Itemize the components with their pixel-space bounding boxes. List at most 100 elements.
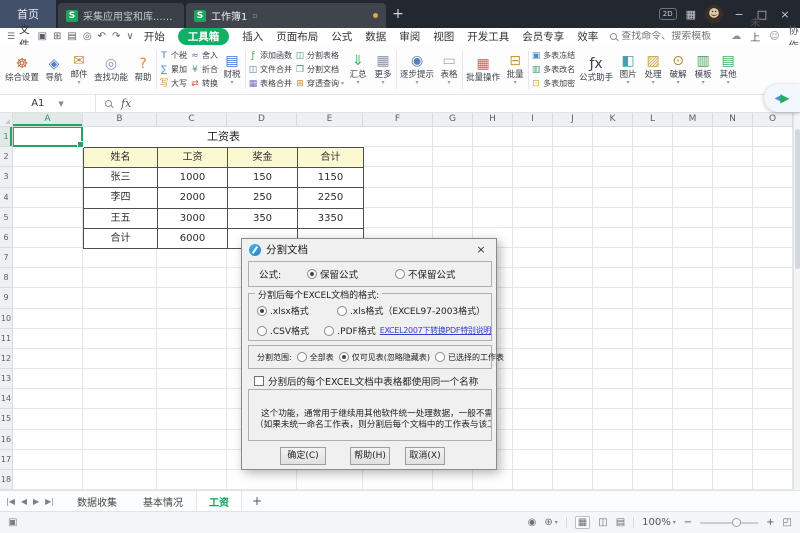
column-header[interactable]: A <box>13 113 83 127</box>
sheet-nav-icon[interactable]: ▶ <box>33 497 39 506</box>
ribbon-item[interactable]: ⊟批量▾ <box>504 53 526 86</box>
workspace-grid-icon[interactable]: ▦ <box>686 8 696 21</box>
view-page-break-icon[interactable]: ▤ <box>616 517 625 528</box>
panel-toggle-icon[interactable]: 2D <box>659 8 677 20</box>
zoom-formula-icon[interactable] <box>105 100 112 107</box>
ribbon-item[interactable]: ◎查找功能 <box>93 56 129 83</box>
column-header[interactable]: G <box>433 113 473 127</box>
radio-option[interactable]: 全部表 <box>297 352 334 363</box>
ribbon-item[interactable]: ◉逐步提示▾ <box>399 53 435 86</box>
radio-option[interactable]: .PDF格式 <box>324 324 375 337</box>
ribbon-item[interactable]: ▨处理▾ <box>642 53 664 86</box>
menu-item[interactable]: 插入 <box>242 29 263 44</box>
view-normal-icon[interactable]: ▦ <box>575 516 590 529</box>
row-header[interactable]: 5 <box>0 208 13 228</box>
ribbon-item[interactable]: ⊞穿透查询▾ <box>295 77 344 90</box>
column-header[interactable]: L <box>633 113 673 127</box>
dialog-titlebar[interactable]: 分割文档 × <box>242 239 496 260</box>
menu-item[interactable]: 页面布局 <box>276 29 318 44</box>
row-header[interactable]: 13 <box>0 369 13 389</box>
table-cell[interactable]: 王五 <box>84 209 158 229</box>
row-header[interactable]: 18 <box>0 470 13 490</box>
dialog-button[interactable]: 帮助(H) <box>350 447 390 465</box>
radio-option[interactable]: 仅可见表(忽略隐藏表) <box>339 352 430 363</box>
radio-option[interactable]: .CSV格式 <box>257 324 324 337</box>
table-cell[interactable]: 250 <box>228 188 298 208</box>
ribbon-item[interactable]: ☸综合设置 <box>4 56 40 83</box>
column-header[interactable]: H <box>473 113 513 127</box>
ribbon-item[interactable]: T个税 <box>159 49 187 62</box>
ribbon-item[interactable]: ◧图片▾ <box>617 53 639 86</box>
ribbon-item[interactable]: ▤其他▾ <box>717 53 739 86</box>
formula-input[interactable] <box>131 95 800 112</box>
ribbon-item[interactable]: ◫文件合并 <box>248 63 292 76</box>
avatar[interactable]: ☻ <box>705 5 723 23</box>
ribbon-item[interactable]: ∑累加 <box>159 63 187 76</box>
ribbon-item[interactable]: ▤财税▾ <box>221 53 243 86</box>
row-header[interactable]: 10 <box>0 309 13 329</box>
ribbon-item[interactable]: ◈导航 <box>43 56 65 83</box>
table-header-cell[interactable]: 奖金 <box>228 148 298 168</box>
active-cell-selection[interactable] <box>13 127 83 147</box>
menu-item[interactable]: 工具箱 <box>178 28 230 45</box>
table-cell[interactable]: 张三 <box>84 168 158 188</box>
ribbon-item[interactable]: ⊙破解▾ <box>667 53 689 86</box>
row-header[interactable]: 9 <box>0 288 13 308</box>
more-icon[interactable]: ∨ <box>126 31 133 42</box>
ribbon-item[interactable]: ▣多表冻结 <box>531 49 575 62</box>
ribbon-item[interactable]: ?帮助 <box>132 56 154 83</box>
dialog-button[interactable]: 确定(C) <box>280 447 326 465</box>
table-header-cell[interactable]: 姓名 <box>84 148 158 168</box>
radio-option[interactable]: .xls格式（EXCEL97-2003格式） <box>337 304 485 317</box>
new-document-button[interactable]: + <box>386 0 410 28</box>
column-header[interactable]: O <box>753 113 793 127</box>
name-box[interactable]: A1 ▼ <box>0 95 96 112</box>
ribbon-item[interactable]: ✉邮件▾ <box>68 53 90 86</box>
row-header[interactable]: 14 <box>0 389 13 409</box>
table-cell[interactable]: 合计 <box>84 229 158 249</box>
export-icon[interactable]: ⊞ <box>53 31 61 42</box>
same-name-checkbox[interactable]: 分割后的每个EXCEL文档中表格都使用同一个名称 <box>254 374 478 388</box>
menu-item[interactable]: 会员专享 <box>522 29 564 44</box>
document-tab-active[interactable]: S 工作簿1 ▫ <box>186 3 386 28</box>
ribbon-item[interactable]: ▥模板▾ <box>692 53 714 86</box>
row-header[interactable]: 7 <box>0 248 13 268</box>
menu-item[interactable]: 开始 <box>144 29 165 44</box>
vertical-scrollbar[interactable] <box>793 113 800 490</box>
menu-item[interactable]: 审阅 <box>399 29 420 44</box>
menu-item[interactable]: 开发工具 <box>467 29 509 44</box>
print-icon[interactable]: ▤ <box>67 31 76 42</box>
ribbon-item[interactable]: ⇄转换 <box>190 77 218 90</box>
column-header[interactable]: D <box>227 113 297 127</box>
dialog-button[interactable]: 取消(X) <box>405 447 445 465</box>
document-tab[interactable]: S 采集应用宝和库...P匹配结果mm <box>58 3 184 28</box>
table-cell[interactable]: 李四 <box>84 188 158 208</box>
table-header-cell[interactable]: 合计 <box>298 148 364 168</box>
select-all-corner[interactable] <box>0 113 13 127</box>
row-header[interactable]: 3 <box>0 167 13 187</box>
ribbon-item[interactable]: ≈舍入 <box>190 49 218 62</box>
fullscreen-icon[interactable]: ◰ <box>783 517 792 528</box>
zoom-slider-knob[interactable] <box>732 518 741 527</box>
fx-icon[interactable]: fx <box>121 97 131 110</box>
ribbon-item[interactable]: ❐分割文档 <box>295 63 344 76</box>
row-header[interactable]: 4 <box>0 188 13 208</box>
table-cell[interactable]: 350 <box>228 209 298 229</box>
row-header[interactable]: 17 <box>0 450 13 470</box>
column-header[interactable]: C <box>157 113 227 127</box>
row-header[interactable]: 15 <box>0 409 13 429</box>
scrollbar-thumb[interactable] <box>795 129 800 269</box>
redo-icon[interactable]: ↷ <box>112 31 120 42</box>
radio-option[interactable]: .xlsx格式 <box>257 304 337 317</box>
ribbon-item[interactable]: ƒx公式助手 <box>578 56 614 83</box>
add-sheet-button[interactable]: + <box>242 494 272 508</box>
menu-item[interactable]: 数据 <box>365 29 386 44</box>
undo-icon[interactable]: ↶ <box>98 31 106 42</box>
ribbon-item[interactable]: ⇓汇总▾ <box>347 53 369 86</box>
column-header[interactable]: K <box>593 113 633 127</box>
row-header[interactable]: 11 <box>0 329 13 349</box>
column-header[interactable]: M <box>673 113 713 127</box>
ribbon-item[interactable]: ▦表格合并 <box>248 77 292 90</box>
column-header[interactable]: J <box>553 113 593 127</box>
column-header[interactable]: B <box>83 113 157 127</box>
